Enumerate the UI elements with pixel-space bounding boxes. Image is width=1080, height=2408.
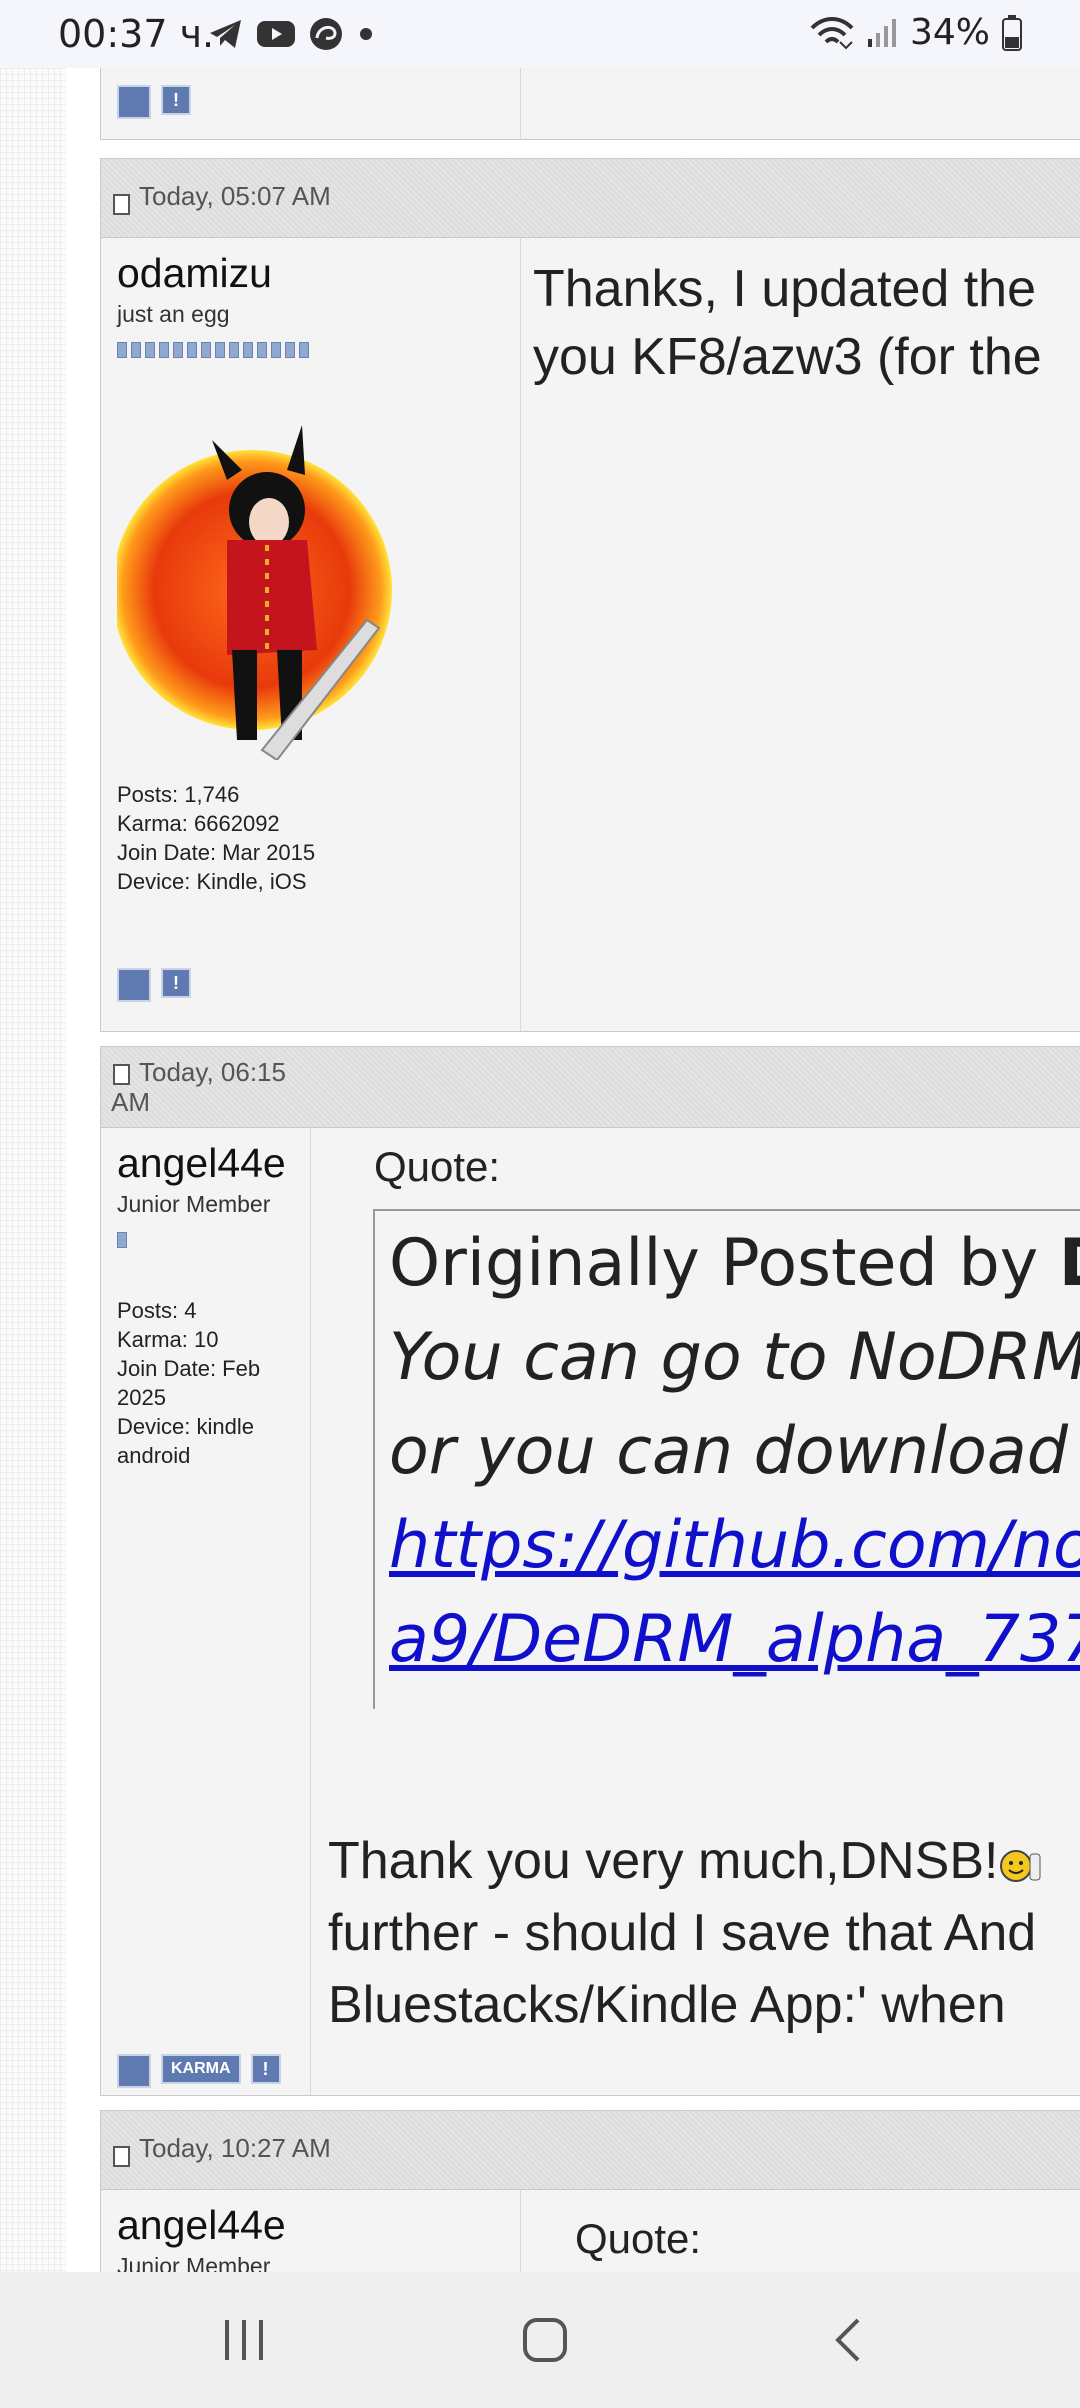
message-line: Thanks, I updated the xyxy=(533,260,1037,318)
battery-icon xyxy=(1002,14,1022,51)
battery-percent: 34% xyxy=(909,12,990,53)
post-date-line1: Today, 06:15 xyxy=(139,1057,286,1087)
status-system-icons: 34% xyxy=(810,12,1022,53)
quote-author-prefix: Originally Posted by xyxy=(389,1226,1059,1301)
quote-box: Originally Posted by D You can go to NoD… xyxy=(373,1209,1080,1709)
message-line: Thank you very much,DNSB! xyxy=(328,1827,1042,1895)
post-username[interactable]: angel44e xyxy=(117,2202,286,2249)
message-text: Thank you very much,DNSB! xyxy=(328,1832,999,1890)
post-angel44e: Today, 06:15 AM angel44e Junior Member P… xyxy=(100,1046,1080,2096)
status-bar: 00:37 ч. 34% xyxy=(0,0,1080,68)
post-date: Today, 10:27 AM xyxy=(139,2133,331,2163)
user-karma: Karma: 6662092 xyxy=(117,811,280,836)
user-join-date: Join Date: Mar 2015 xyxy=(117,840,316,865)
page-left-border xyxy=(0,68,67,2272)
system-navigation-bar xyxy=(0,2272,1080,2408)
profile-icon[interactable] xyxy=(117,968,151,1002)
profile-icon[interactable] xyxy=(117,2054,151,2088)
report-icon[interactable]: ! xyxy=(161,85,191,115)
post-document-icon xyxy=(113,1064,130,1085)
message-line: you KF8/azw3 (for the xyxy=(533,328,1042,386)
post-previous: ! xyxy=(100,68,1080,140)
wifi-icon xyxy=(810,16,854,49)
quote-text: or you can download t xyxy=(389,1414,1080,1489)
quote-text: You can go to NoDRM xyxy=(389,1320,1080,1395)
user-device: Device: Kindle, iOS xyxy=(117,869,307,894)
user-footer-icons: KARMA ! xyxy=(117,2054,281,2088)
user-avatar[interactable] xyxy=(117,420,407,760)
post-document-icon xyxy=(113,194,130,215)
user-title: Junior Member xyxy=(117,2253,271,2272)
user-stats: Posts: 4 Karma: 10 Join Date: Feb 2025 D… xyxy=(117,1296,260,1470)
quote-author-line: Originally Posted by D xyxy=(389,1217,1080,1311)
home-icon xyxy=(523,2318,567,2362)
quote-link[interactable]: a9/DeDRM_alpha_737 xyxy=(389,1593,1080,1687)
recents-icon xyxy=(225,2320,263,2360)
user-device-cont: android xyxy=(117,1443,191,1468)
user-join-date-cont: 2025 xyxy=(117,1385,166,1410)
user-column: angel44e Junior Member Posts: 4 Karma: 1… xyxy=(101,1128,311,2095)
user-karma: Karma: 10 xyxy=(117,1327,219,1352)
reputation-bar xyxy=(117,342,309,358)
user-posts-count: Posts: 4 xyxy=(117,1298,197,1323)
post-header: Today, 05:07 AM xyxy=(101,159,1080,238)
user-stats: Posts: 1,746 Karma: 6662092 Join Date: M… xyxy=(117,780,315,896)
post-username[interactable]: odamizu xyxy=(117,250,309,297)
reputation-bar xyxy=(117,1232,286,1248)
user-title: Junior Member xyxy=(117,1191,271,1217)
home-button[interactable] xyxy=(475,2272,615,2408)
smiley-icon xyxy=(1000,1850,1041,1883)
message-line: further - should I save that And xyxy=(328,1904,1037,1962)
user-posts-count: Posts: 1,746 xyxy=(117,782,240,807)
quote-label: Quote: xyxy=(374,1143,501,1190)
back-icon xyxy=(835,2318,860,2362)
profile-icon[interactable] xyxy=(117,85,151,119)
status-time: 00:37 ч. xyxy=(58,12,215,56)
post-header: Today, 06:15 AM xyxy=(101,1047,1080,1128)
status-notification-icons xyxy=(208,14,376,54)
karma-button[interactable]: KARMA xyxy=(161,2054,241,2084)
user-column: ! xyxy=(101,68,521,139)
post-username[interactable]: angel44e xyxy=(117,1140,286,1187)
post-odamizu: Today, 05:07 AM odamizu just an egg Post… xyxy=(100,158,1080,1032)
signal-icon xyxy=(867,18,896,47)
recent-apps-button[interactable] xyxy=(174,2272,314,2408)
post-document-icon xyxy=(113,2146,130,2167)
post-angel44e-2: Today, 10:27 AM angel44e Junior Member Q… xyxy=(100,2110,1080,2272)
quote-author[interactable]: D xyxy=(1059,1226,1080,1301)
post-header: Today, 10:27 AM xyxy=(101,2111,1080,2190)
app-icon xyxy=(310,18,342,50)
thread-content[interactable]: ! Today, 05:07 AM odamizu just an egg Po… xyxy=(66,68,1080,2272)
user-join-date: Join Date: Feb xyxy=(117,1356,261,1381)
user-column: odamizu just an egg Posts: 1,746 Karma: … xyxy=(101,238,521,1031)
user-title: just an egg xyxy=(117,301,230,327)
dot-icon xyxy=(360,28,372,40)
post-date: Today, 05:07 AM xyxy=(139,181,331,211)
post-date-line2: AM xyxy=(111,1087,150,1117)
user-device: Device: kindle xyxy=(117,1414,254,1439)
user-footer-icons: ! xyxy=(117,85,191,119)
message-line: Bluestacks/Kindle App:' when xyxy=(328,1976,1006,2034)
quote-label: Quote: xyxy=(575,2215,702,2262)
report-icon[interactable]: ! xyxy=(250,2054,281,2084)
back-button[interactable] xyxy=(778,2272,918,2408)
user-footer-icons: ! xyxy=(117,968,191,1002)
youtube-icon xyxy=(257,21,295,47)
telegram-icon xyxy=(210,20,241,48)
report-icon[interactable]: ! xyxy=(161,968,191,998)
user-column: angel44e Junior Member xyxy=(101,2190,521,2272)
quote-link[interactable]: https://github.com/no xyxy=(389,1499,1080,1593)
